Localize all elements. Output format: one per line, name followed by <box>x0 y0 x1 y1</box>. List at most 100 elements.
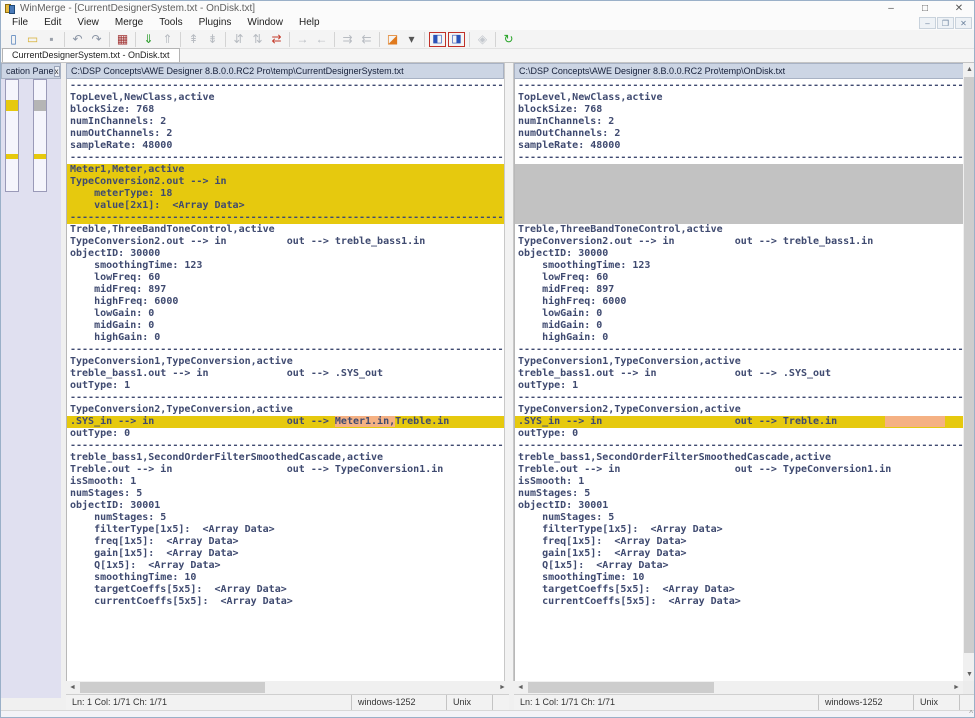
mdi-minimize-button[interactable]: – <box>919 17 936 29</box>
scroll-left-icon[interactable]: ◄ <box>514 681 527 694</box>
compare-tab[interactable]: CurrentDesignerSystem.txt - OnDisk.txt <box>2 48 180 62</box>
code-line <box>515 176 963 188</box>
code-line: numStages: 5 <box>70 488 504 500</box>
first-difference-icon[interactable]: ⇞ <box>184 31 203 48</box>
diff-location-band[interactable] <box>34 100 46 111</box>
vertical-scroll-thumb[interactable] <box>964 77 975 653</box>
right-editor-pane[interactable]: ----------------------------------------… <box>514 79 963 681</box>
right-horizontal-scrollbar[interactable]: ◄ ► <box>514 681 963 694</box>
right-status-end <box>960 695 975 710</box>
menu-tools[interactable]: Tools <box>151 16 190 30</box>
previous-conflict-icon[interactable]: ⇅ <box>248 31 267 48</box>
scroll-down-icon[interactable]: ▼ <box>963 668 975 681</box>
code-line: blockSize: 768 <box>518 104 963 116</box>
tab-bar: CurrentDesignerSystem.txt - OnDisk.txt <box>1 49 975 63</box>
code-line: numOutChannels: 2 <box>518 128 963 140</box>
code-line: numStages: 5 <box>518 488 963 500</box>
left-editor-pane[interactable]: ----------------------------------------… <box>66 79 504 681</box>
code-line: ----------------------------------------… <box>67 212 504 224</box>
menu-file[interactable]: File <box>4 16 36 30</box>
maximize-button[interactable]: □ <box>908 1 942 16</box>
code-line: ----------------------------------------… <box>70 392 504 404</box>
code-line: numStages: 5 <box>518 512 963 524</box>
location-pane-close-icon[interactable]: x <box>54 66 60 77</box>
code-line <box>515 188 963 200</box>
code-line: Meter1,Meter,active <box>67 164 504 176</box>
minimize-button[interactable]: – <box>874 1 908 16</box>
copy-all-right-icon[interactable]: ⇉ <box>338 31 357 48</box>
mdi-close-button[interactable]: ✕ <box>955 17 972 29</box>
right-vertical-scrollbar[interactable]: ▲ ▼ <box>963 63 975 681</box>
toolbar-separator <box>379 32 380 47</box>
menu-help[interactable]: Help <box>291 16 328 30</box>
code-line: smoothingTime: 10 <box>70 572 504 584</box>
code-line: Treble.out --> in out --> TypeConversion… <box>518 464 963 476</box>
diff-location-band[interactable] <box>6 100 18 111</box>
code-line: isSmooth: 1 <box>518 476 963 488</box>
toolbar-separator <box>109 32 110 47</box>
automerge-icon[interactable]: ◪ <box>383 31 402 48</box>
show-right-pane-icon[interactable]: ◨ <box>448 32 465 47</box>
scroll-right-icon[interactable]: ► <box>496 681 509 694</box>
last-difference-icon[interactable]: ⇟ <box>203 31 222 48</box>
code-line: lowGain: 0 <box>70 308 504 320</box>
toolbar-separator <box>225 32 226 47</box>
next-conflict-icon[interactable]: ⇵ <box>229 31 248 48</box>
left-horizontal-scrollbar[interactable]: ◄ ► <box>66 681 509 694</box>
code-line: treble_bass1,SecondOrderFilterSmoothedCa… <box>70 452 504 464</box>
code-line: currentCoeffs[5x5]: <Array Data> <box>518 596 963 608</box>
current-difference-icon[interactable]: ⇄ <box>267 31 286 48</box>
mdi-restore-button[interactable]: ❐ <box>937 17 954 29</box>
copy-left-icon[interactable]: ← <box>312 31 331 48</box>
scroll-up-icon[interactable]: ▲ <box>963 63 975 76</box>
location-bar-right-file[interactable] <box>33 79 47 192</box>
refresh-icon[interactable]: ↻ <box>499 31 518 48</box>
previous-difference-icon[interactable]: ⇑ <box>158 31 177 48</box>
menu-edit[interactable]: Edit <box>36 16 69 30</box>
menu-view[interactable]: View <box>69 16 107 30</box>
automerge-dropdown-icon[interactable]: ▾ <box>402 31 421 48</box>
right-cursor-position: Ln: 1 Col: 1/71 Ch: 1/71 <box>514 695 819 710</box>
winmerge-logo-icon <box>5 4 15 14</box>
code-line: outType: 0 <box>518 428 963 440</box>
close-button[interactable]: ✕ <box>942 1 975 16</box>
new-file-icon[interactable]: ▯ <box>4 31 23 48</box>
code-line: highGain: 0 <box>70 332 504 344</box>
right-hscroll-thumb[interactable] <box>528 682 714 693</box>
left-hscroll-thumb[interactable] <box>80 682 265 693</box>
code-line: highFreq: 6000 <box>518 296 963 308</box>
left-eol-style: Unix <box>447 695 493 710</box>
toolbar-separator <box>180 32 181 47</box>
code-line: TypeConversion2,TypeConversion,active <box>70 404 504 416</box>
code-line: numInChannels: 2 <box>518 116 963 128</box>
scroll-right-icon[interactable]: ► <box>950 681 963 694</box>
save-icon[interactable]: ▪ <box>42 31 61 48</box>
scroll-left-icon[interactable]: ◄ <box>66 681 79 694</box>
next-difference-icon[interactable]: ⇓ <box>139 31 158 48</box>
toolbar-separator <box>64 32 65 47</box>
location-bar-left-file[interactable] <box>5 79 19 192</box>
code-line <box>515 164 963 176</box>
diff-location-band[interactable] <box>34 154 46 159</box>
code-line: ----------------------------------------… <box>518 440 963 452</box>
view-whitespace-icon[interactable]: ▦ <box>113 31 132 48</box>
code-line: blockSize: 768 <box>70 104 504 116</box>
redo-icon[interactable]: ↷ <box>87 31 106 48</box>
window-title: WinMerge - [CurrentDesignerSystem.txt - … <box>20 3 255 14</box>
menu-window[interactable]: Window <box>239 16 291 30</box>
diff-location-band[interactable] <box>6 154 18 159</box>
show-left-pane-icon[interactable]: ◧ <box>429 32 446 47</box>
menu-merge[interactable]: Merge <box>107 16 151 30</box>
open-folder-icon[interactable]: ▭ <box>23 31 42 48</box>
menu-plugins[interactable]: Plugins <box>191 16 240 30</box>
code-line: currentCoeffs[5x5]: <Array Data> <box>70 596 504 608</box>
compare-method-icon[interactable]: ◈ <box>473 31 492 48</box>
right-encoding: windows-1252 <box>819 695 914 710</box>
undo-icon[interactable]: ↶ <box>68 31 87 48</box>
code-line: sampleRate: 48000 <box>70 140 504 152</box>
location-pane <box>1 79 61 698</box>
copy-right-icon[interactable]: → <box>293 31 312 48</box>
copy-all-left-icon[interactable]: ⇇ <box>357 31 376 48</box>
code-line: numStages: 5 <box>70 512 504 524</box>
pane-splitter[interactable] <box>504 63 514 681</box>
